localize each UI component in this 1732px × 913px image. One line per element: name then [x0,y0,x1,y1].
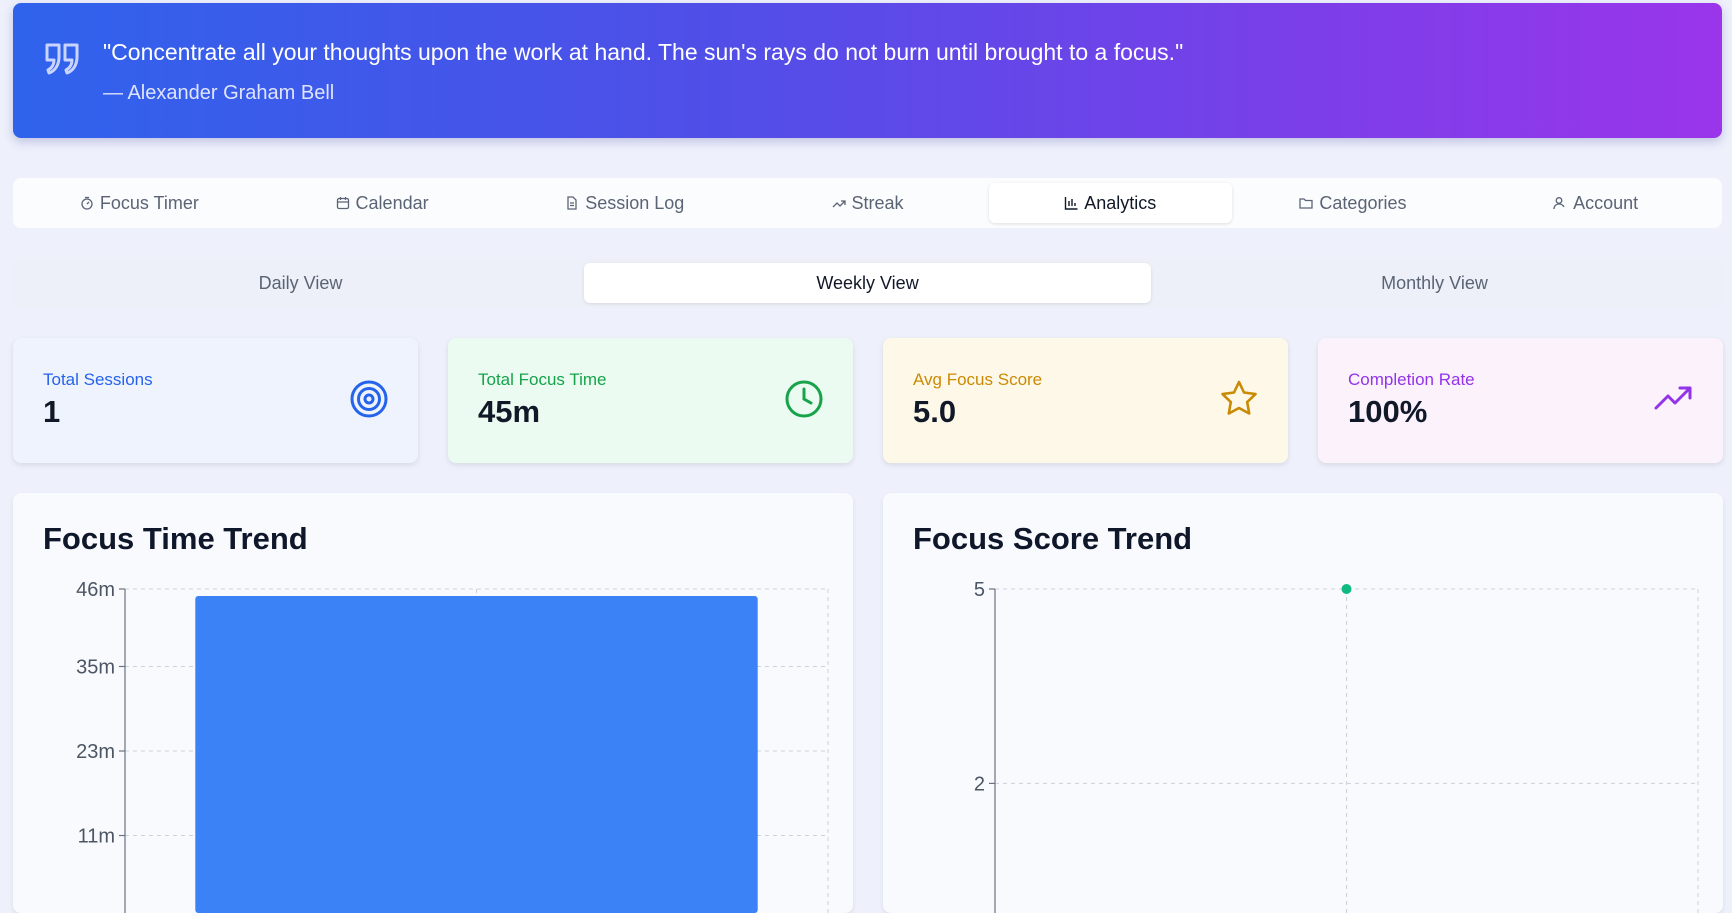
tab-categories[interactable]: Categories [1232,183,1475,223]
timer-icon [81,196,93,210]
focus-score-chart: 52 [974,579,1699,913]
target-icon [350,380,388,418]
y-tick-label: 46m [76,579,115,601]
star-icon [1221,380,1257,415]
stat-card-completion-rate: Completion Rate 100% [1318,338,1723,463]
folder-icon [1299,198,1314,209]
stat-label: Completion Rate [1348,370,1475,389]
y-tick-label: 35m [76,656,115,678]
tab-daily-view[interactable]: Daily View [17,263,584,303]
tab-label: Focus Timer [99,192,199,213]
focus-time-chart-card: Focus Time Trend 46m 35m 23m 11m [13,493,853,913]
document-icon [567,196,577,210]
tab-session-log[interactable]: Session Log [503,183,746,223]
tab-streak[interactable]: Streak [746,183,989,223]
stat-label: Total Focus Time [478,370,607,389]
stat-card-avg-focus-score: Avg Focus Score 5.0 [883,338,1288,463]
tab-label: Analytics [1084,192,1157,213]
quote-banner: "Concentrate all your thoughts upon the … [13,3,1722,138]
tab-label: Account [1573,192,1639,213]
stat-label: Total Sessions [43,370,153,389]
y-tick-label: 11m [78,826,115,848]
stat-value: 5.0 [913,394,957,429]
quote-text: "Concentrate all your thoughts upon the … [103,39,1184,65]
focus-time-chart: 46m 35m 23m 11m [76,579,829,913]
stat-card-total-focus-time: Total Focus Time 45m [448,338,853,463]
quote-icon [45,43,79,75]
tab-label: Categories [1319,192,1407,213]
tab-weekly-view[interactable]: Weekly View [584,263,1151,303]
y-tick-label: 2 [974,773,985,795]
tab-analytics[interactable]: Analytics [988,183,1232,223]
stat-value: 100% [1348,394,1428,429]
stat-label: Avg Focus Score [913,370,1043,389]
y-tick-label: 5 [974,579,985,601]
chart-point [1341,584,1352,594]
focus-score-chart-card: Focus Score Trend 52 [883,493,1723,913]
y-tick-label: 23m [76,741,115,763]
tab-label: Streak [851,192,904,213]
chart-bar [195,596,758,913]
tab-label: Calendar [355,192,429,213]
tab-account[interactable]: Account [1474,183,1717,223]
tab-focus-timer[interactable]: Focus Timer [18,183,261,223]
trend-icon [832,200,846,208]
view-tab-bar: Daily View Weekly View Monthly View [13,258,1722,308]
quote-author: — Alexander Graham Bell [103,82,335,104]
tab-label: Session Log [585,192,685,213]
main-tab-bar: Focus Timer Calendar Session Log Streak … [13,178,1722,228]
clock-icon [785,380,823,418]
stat-card-total-sessions: Total Sessions 1 [13,338,418,463]
trending-up-icon [1654,386,1692,410]
tab-monthly-view[interactable]: Monthly View [1151,263,1718,303]
stat-value: 1 [43,394,61,429]
user-icon [1553,197,1565,210]
bar-chart-icon [1065,197,1078,210]
tab-calendar[interactable]: Calendar [261,183,504,223]
stat-value: 45m [478,394,541,429]
calendar-icon [336,197,349,210]
